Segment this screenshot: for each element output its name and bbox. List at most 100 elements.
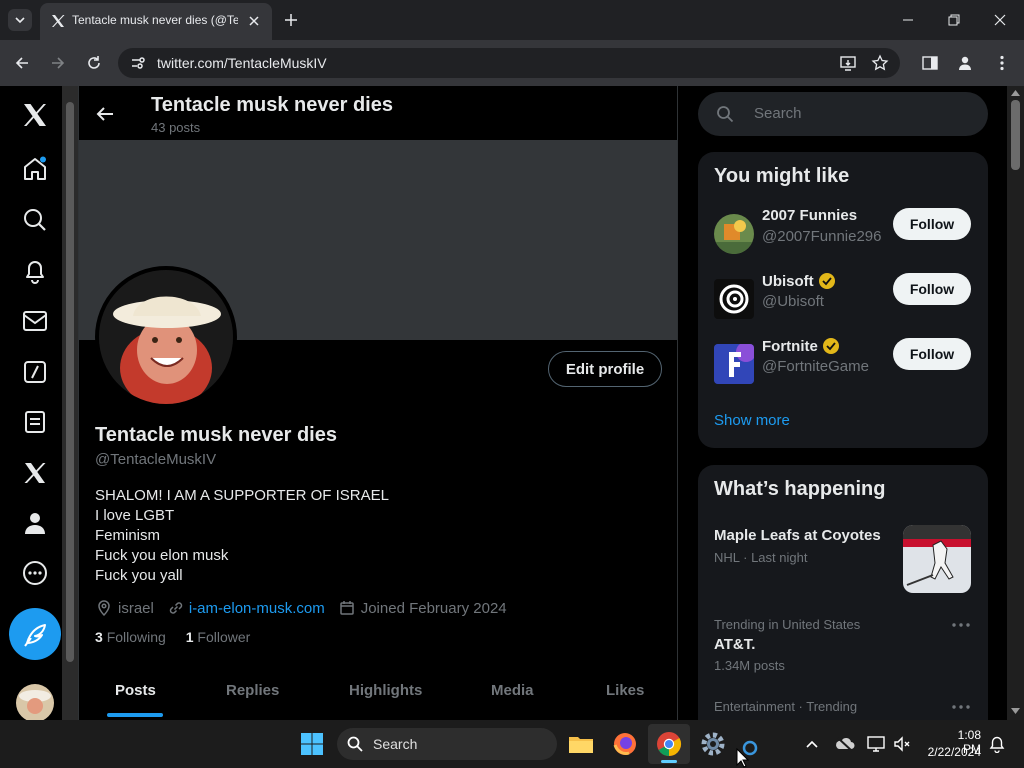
follow-button[interactable]: Follow: [893, 273, 971, 305]
bookmark-star-icon[interactable]: [871, 54, 889, 72]
grok-slash-icon[interactable]: [22, 359, 48, 385]
scroll-up-arrow-icon[interactable]: [1011, 90, 1020, 96]
volume-muted-icon[interactable]: [893, 735, 911, 753]
trend-item-event[interactable]: Maple Leafs at Coyotes NHL · Last night: [698, 525, 988, 601]
show-more-link[interactable]: Show more: [714, 412, 790, 429]
tab-close-icon[interactable]: [246, 13, 262, 29]
account-handle: @FortniteGame: [762, 358, 869, 375]
home-icon[interactable]: [22, 156, 48, 182]
search-box[interactable]: Search: [698, 92, 988, 136]
link-icon: [169, 602, 183, 614]
account-name: 2007 Funnies: [762, 207, 858, 224]
tab-highlights[interactable]: Highlights: [349, 682, 422, 699]
tab-media[interactable]: Media: [491, 682, 534, 699]
tab-likes[interactable]: Likes: [606, 682, 644, 699]
premium-x-icon[interactable]: [22, 460, 48, 486]
account-handle: @Ubisoft: [762, 293, 824, 310]
follow-button[interactable]: Follow: [893, 338, 971, 370]
account-avatar[interactable]: [714, 279, 754, 319]
bio-line: I love LGBT: [95, 507, 175, 524]
trend-name: AT&T.: [714, 636, 756, 653]
bio-line: Feminism: [95, 527, 161, 544]
clock-date[interactable]: 2/22/2024: [921, 745, 981, 759]
profile-main-column: Tentacle musk never dies 43 posts Edit p…: [78, 86, 678, 720]
profile-person-icon[interactable]: [22, 510, 48, 536]
suggested-account[interactable]: 2007 Funnies @2007Funnie296 Follow: [698, 207, 988, 272]
search-input[interactable]: Search: [754, 105, 802, 122]
profile-joined-date: Joined February 2024: [360, 599, 507, 617]
url-text[interactable]: twitter.com/TentacleMuskIV: [157, 55, 327, 71]
notifications-bell-icon[interactable]: [22, 258, 48, 284]
account-avatar[interactable]: [16, 684, 54, 720]
taskbar-search-box[interactable]: Search: [337, 728, 557, 760]
close-window-icon[interactable]: [992, 12, 1008, 28]
scroll-down-arrow-icon[interactable]: [1011, 708, 1020, 714]
minimize-window-icon[interactable]: [900, 12, 916, 28]
edit-profile-button[interactable]: Edit profile: [548, 351, 662, 387]
lists-icon[interactable]: [22, 409, 48, 435]
more-options-icon[interactable]: [950, 621, 972, 629]
file-explorer-icon[interactable]: [568, 732, 594, 756]
more-options-icon[interactable]: [950, 703, 972, 711]
account-name-row: Fortnite: [762, 337, 840, 355]
site-settings-icon[interactable]: [130, 55, 146, 71]
profile-website-link[interactable]: i-am-elon-musk.com: [189, 600, 325, 617]
x-logo-icon[interactable]: [22, 102, 48, 128]
browser-tab-active[interactable]: Tentacle musk never dies (@Ten: [40, 3, 272, 40]
tab-posts[interactable]: Posts: [115, 682, 156, 699]
onedrive-offline-icon[interactable]: [835, 736, 855, 752]
suggested-account[interactable]: Fortnite @FortniteGame Follow: [698, 338, 988, 402]
chrome-taskbar-button[interactable]: [648, 724, 690, 764]
install-app-icon[interactable]: [839, 54, 857, 72]
notifications-bell-icon[interactable]: [988, 735, 1006, 753]
compose-post-button[interactable]: [9, 608, 61, 660]
new-tab-icon[interactable]: [283, 12, 299, 28]
messages-envelope-icon[interactable]: [22, 308, 48, 334]
reload-icon[interactable]: [86, 55, 102, 71]
trend-item[interactable]: Trending in United States AT&T. 1.34M po…: [698, 617, 988, 683]
tab-search-button[interactable]: [8, 9, 32, 31]
more-circle-icon[interactable]: [22, 560, 48, 586]
whats-happening-title: What’s happening: [714, 478, 886, 500]
forward-nav-icon[interactable]: [50, 55, 66, 71]
account-avatar[interactable]: [714, 214, 754, 254]
browser-menu-icon[interactable]: [993, 54, 1011, 72]
profile-meta: israel i-am-elon-musk.com Joined Februar…: [95, 598, 507, 618]
settings-gear-icon[interactable]: [700, 731, 726, 757]
bio-line: SHALOM! I AM A SUPPORTER OF ISRAEL: [95, 487, 389, 504]
account-avatar[interactable]: [714, 344, 754, 384]
network-icon[interactable]: [867, 735, 887, 753]
explore-search-icon[interactable]: [22, 207, 48, 233]
left-column-scrollbar[interactable]: [62, 86, 78, 720]
scrollbar-thumb[interactable]: [66, 102, 74, 662]
following-count: 3: [95, 629, 103, 645]
header-name: Tentacle musk never dies: [151, 94, 393, 116]
trend-item[interactable]: Entertainment · Trending: [698, 699, 988, 720]
followers-link[interactable]: 1 Follower: [186, 629, 251, 645]
page-scrollbar[interactable]: [1007, 86, 1024, 720]
follow-button[interactable]: Follow: [893, 208, 971, 240]
verified-badge-icon: [822, 338, 839, 354]
profile-avatar[interactable]: [95, 266, 237, 408]
profile-counts: 3 Following 1 Follower: [95, 629, 250, 645]
calendar-icon: [339, 601, 354, 615]
tab-title: Tentacle musk never dies (@Ten: [72, 13, 238, 27]
restore-window-icon[interactable]: [946, 12, 962, 28]
account-name: Fortnite: [762, 337, 818, 355]
search-icon: [717, 106, 734, 123]
firefox-icon[interactable]: [612, 731, 638, 757]
show-hidden-icons-chevron-icon[interactable]: [805, 737, 819, 751]
header-post-count: 43 posts: [151, 120, 201, 135]
side-panel-icon[interactable]: [921, 54, 939, 72]
suggested-account[interactable]: Ubisoft @Ubisoft Follow: [698, 273, 988, 337]
tab-replies[interactable]: Replies: [226, 682, 279, 699]
windows-start-icon[interactable]: [300, 732, 324, 756]
following-link[interactable]: 3 Following: [95, 629, 166, 645]
profile-icon[interactable]: [956, 54, 974, 72]
back-nav-icon[interactable]: [14, 55, 30, 71]
account-handle: @2007Funnie296: [762, 228, 882, 245]
scrollbar-thumb[interactable]: [1011, 100, 1020, 170]
left-nav: [0, 86, 62, 720]
account-name: Ubisoft: [762, 272, 814, 290]
back-arrow-icon[interactable]: [95, 104, 115, 124]
